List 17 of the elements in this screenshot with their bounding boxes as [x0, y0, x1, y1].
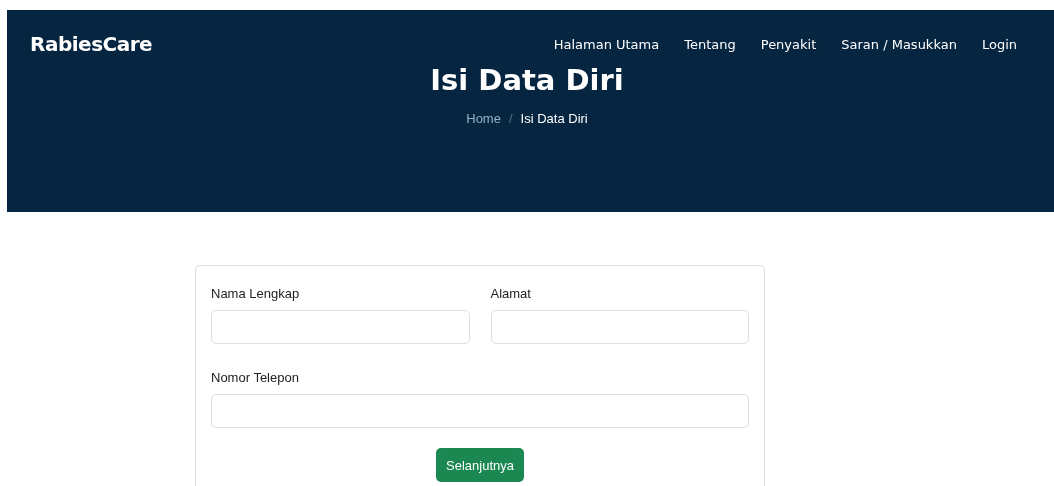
- nav-link[interactable]: Login: [981, 36, 1017, 52]
- breadcrumb-current: Isi Data Diri: [520, 111, 588, 126]
- input-field[interactable]: [211, 310, 470, 344]
- nav-link[interactable]: Penyakit: [760, 36, 817, 52]
- nav-link[interactable]: Tentang: [684, 36, 736, 52]
- brand-logo[interactable]: RabiesCare: [30, 32, 153, 56]
- page-title: Isi Data Diri: [429, 63, 625, 97]
- field-label: Nomor Telepon: [211, 370, 300, 385]
- next-button[interactable]: Selanjutnya: [436, 448, 524, 482]
- nav-link[interactable]: Saran / Masukkan: [841, 36, 957, 52]
- breadcrumb-separator: /: [508, 111, 513, 126]
- nav-link[interactable]: Halaman Utama: [553, 36, 660, 52]
- breadcrumb-link[interactable]: Home: [466, 111, 501, 126]
- input-field[interactable]: [490, 310, 749, 344]
- input-field[interactable]: [211, 394, 749, 428]
- field-label: Nama Lengkap: [211, 286, 301, 301]
- field-label: Alamat: [490, 286, 532, 301]
